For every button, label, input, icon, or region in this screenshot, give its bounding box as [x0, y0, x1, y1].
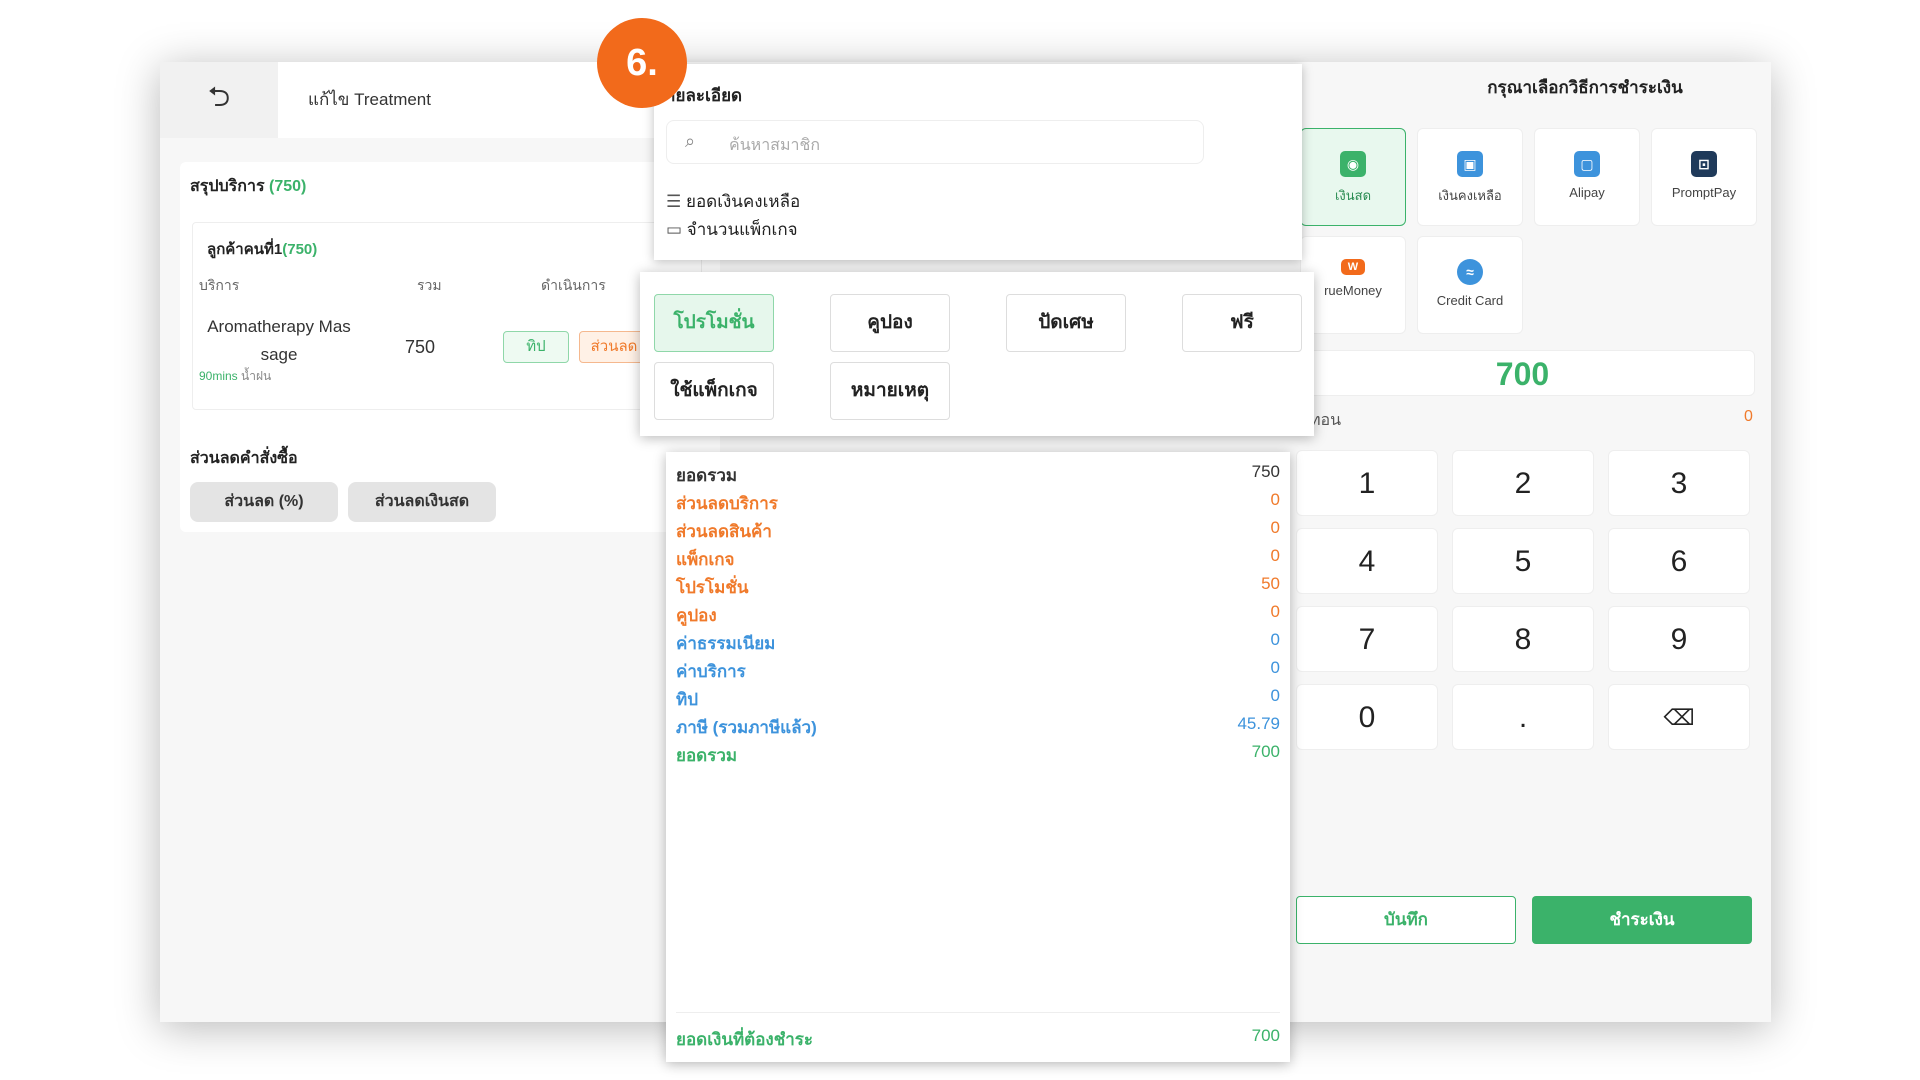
alipay-icon: ▢ — [1574, 151, 1600, 177]
key-2[interactable]: 2 — [1452, 450, 1594, 516]
payment-method-truemoney[interactable]: W rueMoney — [1300, 236, 1406, 334]
summary-row: ค่าธรรมเนียม 0 — [676, 630, 1280, 653]
key-6[interactable]: 6 — [1608, 528, 1750, 594]
summary-row: ยอดรวม 700 — [676, 742, 1280, 765]
truemoney-icon: W — [1341, 259, 1365, 275]
payment-method-label: เงินสด — [1334, 188, 1372, 203]
column-action: ดำเนินการ — [541, 277, 606, 293]
cash-icon: ◉ — [1340, 151, 1366, 177]
summary-row: ภาษี (รวมภาษีแล้ว) 45.79 — [676, 714, 1280, 737]
change-label: ทอน — [1310, 412, 1342, 429]
service-discount-button[interactable]: ส่วนลด — [579, 331, 649, 363]
save-button[interactable]: บันทึก — [1296, 896, 1516, 944]
key-1[interactable]: 1 — [1296, 450, 1438, 516]
detail-panel: ายละเอียด ⌕ ค้นหาสมาชิก ☰ ยอดเงินคงเหลือ… — [654, 64, 1302, 260]
order-discount-heading: ส่วนลดคำสั่งซื้อ — [190, 450, 298, 467]
amount-due-label: ยอดเงินที่ต้องชำระ — [676, 1030, 814, 1049]
left-header: ⮌ แก้ไข Treatment — [160, 62, 660, 138]
step-badge: 6. — [597, 18, 687, 108]
key-9[interactable]: 9 — [1608, 606, 1750, 672]
service-duration: 90mins — [199, 369, 238, 383]
service-name: Aromatherapy Mas sage — [199, 313, 359, 369]
payment-method-alipay[interactable]: ▢ Alipay — [1534, 128, 1640, 226]
key-3[interactable]: 3 — [1608, 450, 1750, 516]
column-service: บริการ — [199, 277, 240, 293]
search-icon: ⌕ — [685, 131, 696, 151]
customer-label: ลูกค้าคนที่1 — [207, 241, 283, 258]
service-name-line1: Aromatherapy Mas — [207, 317, 351, 336]
customer-heading: ลูกค้าคนที่1(750) — [207, 237, 317, 261]
key-5[interactable]: 5 — [1452, 528, 1594, 594]
back-button[interactable]: ⮌ — [160, 62, 278, 138]
key-4[interactable]: 4 — [1296, 528, 1438, 594]
summary-row: แพ็กเกจ 0 — [676, 546, 1280, 569]
pay-button[interactable]: ชำระเงิน — [1532, 896, 1752, 944]
package-label: จำนวนแพ็กเกจ — [686, 220, 798, 239]
customer-card: ลูกค้าคนที่1(750) บริการ รวม ดำเนินการ A… — [192, 222, 702, 410]
backspace-key[interactable]: ⌫ — [1608, 684, 1750, 750]
customer-total: (750) — [282, 241, 318, 258]
page-title: แก้ไข Treatment — [308, 90, 431, 109]
card-icon: ▭ — [666, 220, 683, 239]
amount-due-row: ยอดเงินที่ต้องชำระ 700 — [676, 1026, 1280, 1052]
service-total: 750 — [405, 337, 436, 357]
use-package-button[interactable]: ใช้แพ็กเกจ — [654, 362, 774, 420]
summary-row: ค่าบริการ 0 — [676, 658, 1280, 681]
balance-row: ☰ ยอดเงินคงเหลือ — [666, 188, 800, 215]
service-meta: 90mins น้ำฝน — [199, 367, 271, 386]
note-button[interactable]: หมายเหตุ — [830, 362, 950, 420]
database-icon: ☰ — [666, 192, 682, 211]
discount-percent-button[interactable]: ส่วนลด (%) — [190, 482, 338, 522]
free-button[interactable]: ฟรี — [1182, 294, 1302, 352]
payment-method-label: Credit Card — [1436, 293, 1504, 308]
balance-label: ยอดเงินคงเหลือ — [685, 192, 801, 211]
payment-method-label: rueMoney — [1324, 283, 1382, 298]
payment-method-cash[interactable]: ◉ เงินสด — [1300, 128, 1406, 226]
round-off-button[interactable]: ปัดเศษ — [1006, 294, 1126, 352]
amount-input[interactable]: 700 — [1290, 350, 1755, 396]
summary-row: คูปอง 0 — [676, 602, 1280, 625]
search-placeholder: ค้นหาสมาชิก — [729, 137, 821, 154]
summary-row: ส่วนลดสินค้า 0 — [676, 518, 1280, 541]
payment-method-credit-card[interactable]: ≈ Credit Card — [1417, 236, 1523, 334]
key-7[interactable]: 7 — [1296, 606, 1438, 672]
summary-row: ส่วนลดบริการ 0 — [676, 490, 1280, 513]
summary-panel: ยอดรวม 750 ส่วนลดบริการ 0 ส่วนลดสินค้า 0 แพ… — [666, 452, 1290, 1062]
summary-heading: สรุปบริการ (750) — [190, 174, 306, 199]
column-total: รวม — [417, 277, 442, 293]
coupon-button[interactable]: คูปอง — [830, 294, 950, 352]
service-staff: น้ำฝน — [241, 369, 272, 383]
summary-label: สรุปบริการ — [190, 178, 265, 195]
promotion-button[interactable]: โปรโมชั่น — [654, 294, 774, 352]
tip-button[interactable]: ทิป — [503, 331, 569, 363]
key-0[interactable]: 0 — [1296, 684, 1438, 750]
payment-method-label: PromptPay — [1671, 185, 1737, 200]
amount-due-value: 700 — [1251, 1026, 1280, 1045]
backspace-icon: ⌫ — [1663, 705, 1695, 730]
promptpay-icon: ⊡ — [1691, 151, 1717, 177]
payment-title: กรุณาเลือกวิธีการชำระเงิน — [1487, 78, 1683, 97]
payment-method-promptpay[interactable]: ⊡ PromptPay — [1651, 128, 1757, 226]
summary-row: ทิป 0 — [676, 686, 1280, 709]
summary-divider — [676, 1012, 1280, 1013]
payment-method-balance[interactable]: ▣ เงินคงเหลือ — [1417, 128, 1523, 226]
summary-total: (750) — [268, 178, 307, 195]
discount-cash-button[interactable]: ส่วนลดเงินสด — [348, 482, 496, 522]
summary-row: โปรโมชั่น 50 — [676, 574, 1280, 597]
promo-panel: โปรโมชั่น คูปอง ปัดเศษ ฟรี ใช้แพ็กเกจ หม… — [640, 272, 1314, 436]
member-search-input[interactable]: ⌕ ค้นหาสมาชิก — [666, 120, 1204, 164]
key-8[interactable]: 8 — [1452, 606, 1594, 672]
payment-method-label: เงินคงเหลือ — [1438, 188, 1502, 203]
package-row: ▭ จำนวนแพ็กเกจ — [666, 216, 798, 243]
credit-card-icon: ≈ — [1457, 259, 1483, 285]
payment-method-label: Alipay — [1569, 185, 1605, 200]
undo-icon: ⮌ — [207, 81, 231, 112]
wallet-icon: ▣ — [1457, 151, 1483, 177]
service-name-line2: sage — [260, 345, 298, 364]
key-decimal[interactable]: . — [1452, 684, 1594, 750]
change-value: 0 — [1744, 408, 1753, 425]
summary-row: ยอดรวม 750 — [676, 462, 1280, 485]
